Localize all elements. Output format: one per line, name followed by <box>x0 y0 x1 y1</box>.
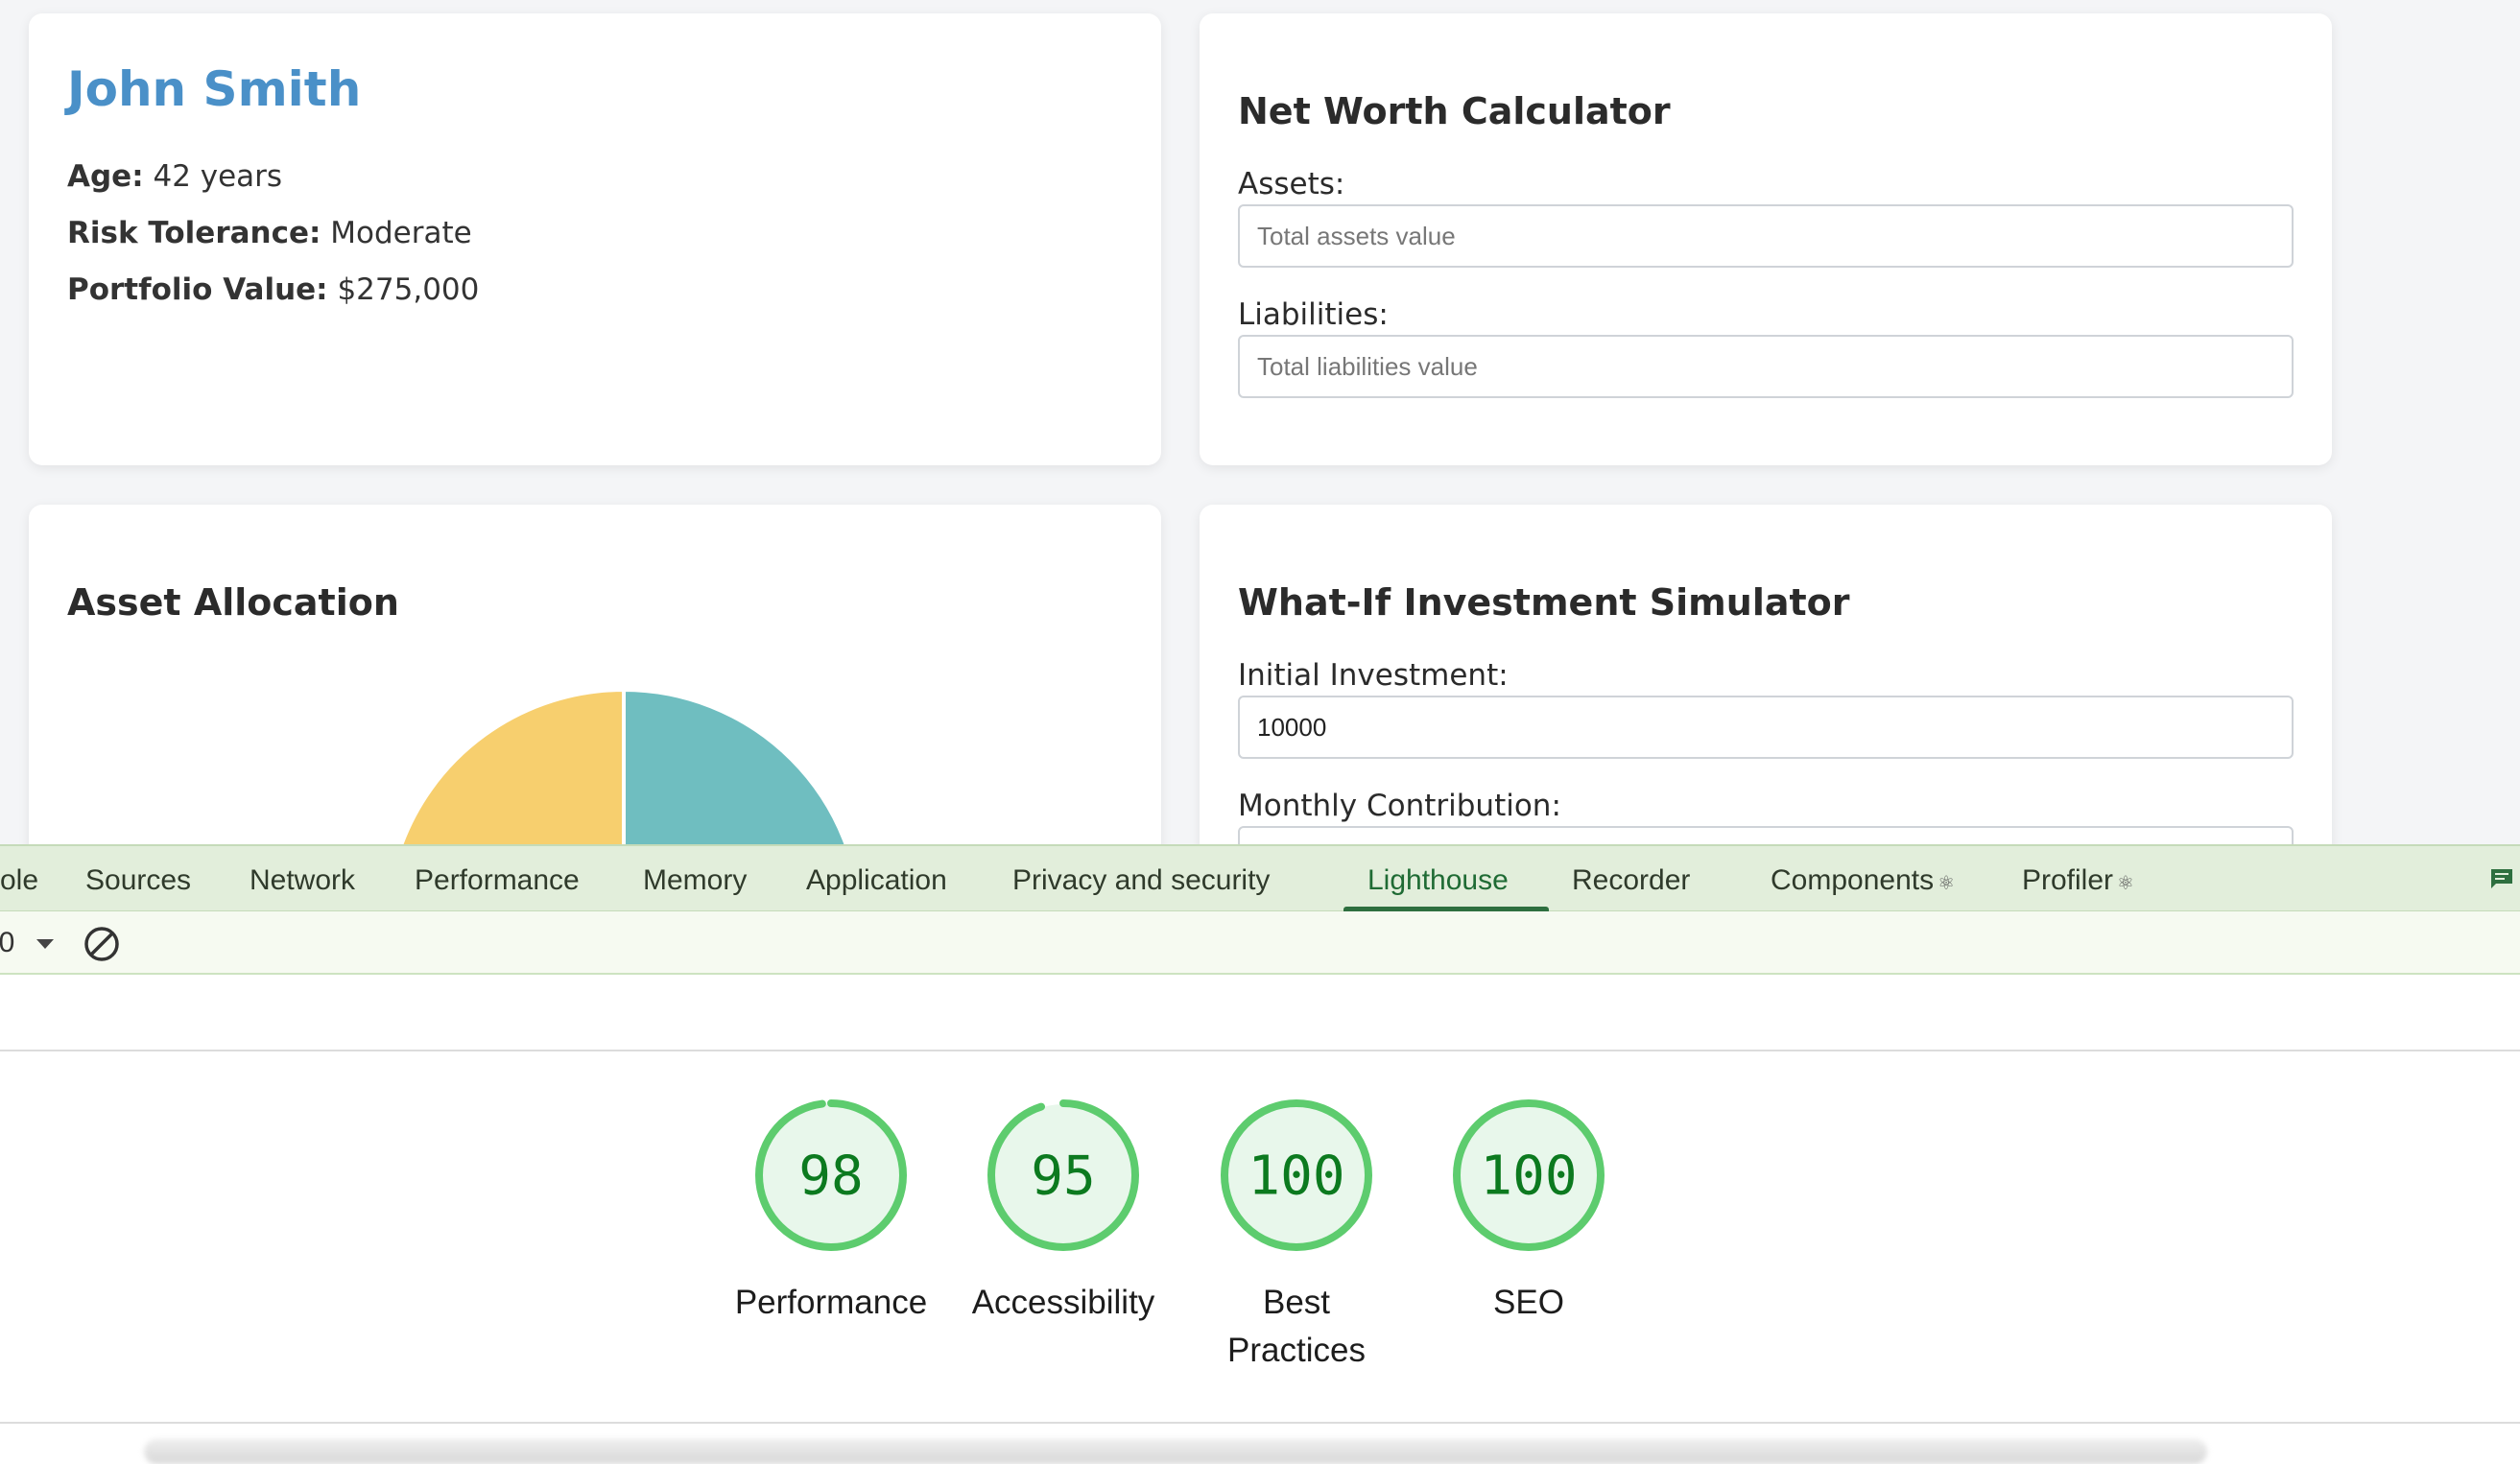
age-label: Age: <box>67 159 144 194</box>
score-gauge-accessibility[interactable]: 95 <box>986 1098 1141 1253</box>
portfolio-row: Portfolio Value: $275,000 <box>67 272 479 307</box>
assets-input[interactable] <box>1238 204 2294 268</box>
score-gauge-best-practices[interactable]: 100 <box>1219 1098 1374 1253</box>
gauge-label: Best Practices <box>1227 1284 1366 1369</box>
initial-investment-input[interactable] <box>1238 696 2294 759</box>
assets-label: Assets: <box>1238 167 1345 201</box>
tab-console[interactable]: ole <box>0 846 38 911</box>
report-divider <box>0 1422 2520 1424</box>
clear-icon[interactable] <box>83 925 121 963</box>
tab-profiler[interactable]: Profiler ⚛ <box>2022 846 2134 911</box>
score-gauge-seo[interactable]: 100 <box>1451 1098 1606 1253</box>
score-gauge-performance[interactable]: 98 <box>753 1098 909 1253</box>
what-if-title: What-If Investment Simulator <box>1238 581 1850 624</box>
tab-profiler-label: Profiler <box>2022 864 2114 896</box>
tab-memory[interactable]: Memory <box>643 846 747 911</box>
asset-allocation-card: Asset Allocation <box>29 505 1161 844</box>
portfolio-label: Portfolio Value: <box>67 272 328 307</box>
gauge-label: Accessibility <box>971 1284 1155 1321</box>
lighthouse-toolbar: 00 <box>0 911 2520 975</box>
chevron-down-icon[interactable] <box>36 939 54 949</box>
devtools-panel: ole Sources Network Performance Memory A… <box>0 844 2520 1464</box>
report-scroll-shadow <box>144 1439 2207 1464</box>
net-worth-title: Net Worth Calculator <box>1238 90 1671 132</box>
tab-components-label: Components <box>1771 864 1935 896</box>
portfolio-value: $275,000 <box>337 272 480 307</box>
tab-application[interactable]: Application <box>806 846 947 911</box>
risk-row: Risk Tolerance: Moderate <box>67 216 472 250</box>
pie-slice-0 <box>622 687 848 844</box>
pie-slice-2 <box>399 687 626 844</box>
tab-network[interactable]: Network <box>250 846 355 911</box>
gauge-score: 100 <box>1248 1145 1344 1208</box>
age-value: 42 years <box>153 159 283 194</box>
tab-privacy-security[interactable]: Privacy and security <box>1012 846 1270 911</box>
risk-value: Moderate <box>330 216 472 250</box>
tab-lighthouse[interactable]: Lighthouse <box>1367 846 1509 911</box>
tab-components[interactable]: Components ⚛ <box>1771 846 1955 911</box>
asset-allocation-chart <box>355 658 892 844</box>
liabilities-label: Liabilities: <box>1238 297 1389 332</box>
asset-allocation-title: Asset Allocation <box>67 581 399 624</box>
feedback-icon[interactable] <box>2489 867 2514 890</box>
client-profile-card: John Smith Age: 42 years Risk Tolerance:… <box>29 13 1161 465</box>
gauge-score: 95 <box>1031 1145 1095 1208</box>
report-selector-text[interactable]: 00 <box>0 927 14 959</box>
gauge-score: 98 <box>798 1145 863 1208</box>
what-if-card: What-If Investment Simulator Initial Inv… <box>1200 505 2332 844</box>
monthly-contribution-input[interactable] <box>1238 826 2294 844</box>
liabilities-input[interactable] <box>1238 335 2294 398</box>
react-icon: ⚛ <box>1938 873 1956 894</box>
net-worth-card: Net Worth Calculator Assets: Liabilities… <box>1200 13 2332 465</box>
react-icon: ⚛ <box>2117 873 2134 894</box>
report-divider <box>0 1050 2520 1051</box>
gauge-score: 100 <box>1480 1145 1577 1208</box>
tab-recorder[interactable]: Recorder <box>1572 846 1690 911</box>
tab-performance[interactable]: Performance <box>415 846 580 911</box>
risk-label: Risk Tolerance: <box>67 216 321 250</box>
gauge-label: Performance <box>734 1284 928 1321</box>
monthly-contribution-label: Monthly Contribution: <box>1238 789 1561 823</box>
age-row: Age: 42 years <box>67 159 282 194</box>
client-name: John Smith <box>67 61 362 117</box>
tab-sources[interactable]: Sources <box>85 846 191 911</box>
initial-investment-label: Initial Investment: <box>1238 658 1509 693</box>
devtools-tabbar: ole Sources Network Performance Memory A… <box>0 844 2520 911</box>
gauge-label: SEO <box>1493 1284 1564 1321</box>
web-page: John Smith Age: 42 years Risk Tolerance:… <box>0 0 2520 844</box>
